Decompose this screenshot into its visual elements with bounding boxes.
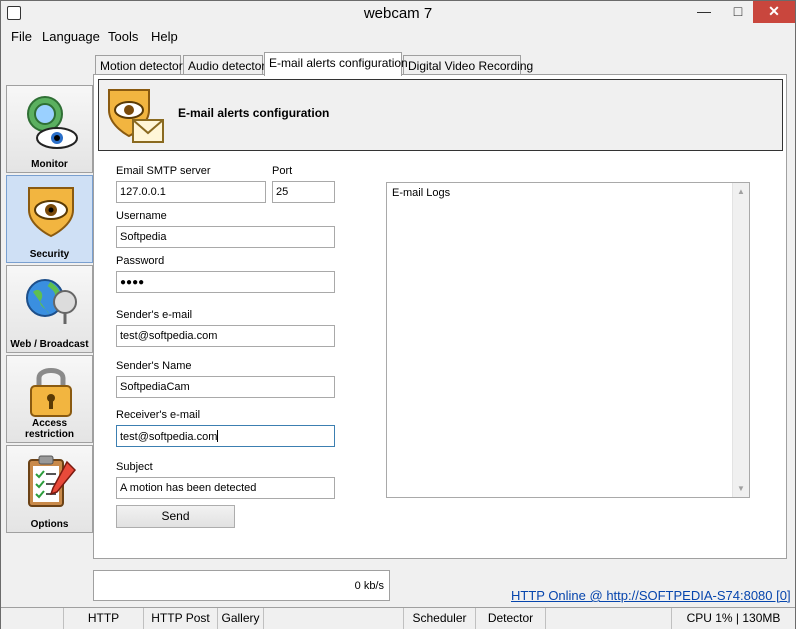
menu-bar: File Language Tools Help (1, 27, 795, 47)
username-input[interactable]: Softpedia (116, 226, 335, 248)
shield-mail-icon (108, 89, 164, 143)
tab-email-alerts[interactable]: E-mail alerts configuration (264, 52, 408, 76)
panel-header: E-mail alerts configuration (98, 79, 783, 151)
sidebar-item-security[interactable]: Security (6, 175, 93, 263)
sidebar-item-access-restriction[interactable]: Access restriction (6, 355, 93, 443)
menu-help[interactable]: Help (151, 29, 178, 44)
maximize-button[interactable]: □ (721, 1, 755, 23)
sidebar-item-label: Security (29, 249, 70, 260)
status-blank (1, 608, 63, 629)
send-button[interactable]: Send (116, 505, 235, 528)
receiver-email-label: Receiver's e-mail (116, 409, 201, 421)
email-alerts-panel: E-mail alerts configuration Email SMTP s… (93, 74, 787, 559)
port-input[interactable]: 25 (272, 181, 335, 203)
close-button[interactable]: ✕ (753, 1, 795, 23)
sender-email-label: Sender's e-mail (116, 309, 193, 321)
status-detector[interactable]: Detector (475, 608, 545, 629)
smtp-server-input[interactable]: 127.0.0.1 (116, 181, 266, 203)
sidebar-item-label: Web / Broadcast (10, 339, 89, 350)
receiver-email-input[interactable]: test@softpedia.com (116, 425, 335, 447)
scroll-down-icon[interactable]: ▼ (737, 484, 745, 493)
sidebar-item-label: Options (30, 519, 69, 530)
title-bar: webcam 7 — □ ✕ (1, 1, 795, 26)
sidebar-item-label: Monitor (31, 159, 68, 170)
clipboard-options-icon (28, 455, 77, 507)
port-label: Port (272, 165, 293, 177)
status-http-post[interactable]: HTTP Post (143, 608, 217, 629)
subject-label: Subject (116, 461, 153, 473)
logs-scrollbar[interactable]: ▲ ▼ (732, 183, 749, 497)
status-scheduler[interactable]: Scheduler (403, 608, 475, 629)
security-shield-icon (28, 187, 74, 238)
page-title: E-mail alerts configuration (178, 106, 330, 120)
status-blank-2 (263, 608, 403, 629)
sidebar-item-web-broadcast[interactable]: Web / Broadcast (6, 265, 93, 353)
monitor-eye-icon (27, 96, 78, 149)
sidebar-item-options[interactable]: Options (6, 445, 93, 533)
globe-broadcast-icon (26, 279, 77, 324)
tab-digital-video-recording[interactable]: Digital Video Recording (403, 55, 533, 75)
status-cpu: CPU 1% | 130MB (671, 608, 795, 629)
password-label: Password (116, 255, 165, 267)
minimize-button[interactable]: — (687, 1, 721, 23)
sidebar-item-label: Access restriction (25, 418, 74, 440)
sender-name-input[interactable]: SoftpediaCam (116, 376, 335, 398)
status-blank-3 (545, 608, 671, 629)
password-input[interactable]: ●●●● (116, 271, 335, 293)
padlock-icon (30, 368, 72, 417)
status-http[interactable]: HTTP (63, 608, 143, 629)
status-gallery[interactable]: Gallery (217, 608, 263, 629)
app-window: webcam 7 — □ ✕ File Language Tools Help … (0, 0, 796, 629)
tab-audio-detector[interactable]: Audio detector (183, 55, 265, 75)
bandwidth-value: 0 kb/s (354, 580, 384, 592)
username-label: Username (116, 210, 167, 222)
menu-file[interactable]: File (11, 29, 32, 44)
subject-input[interactable]: A motion has been detected (116, 477, 335, 499)
email-logs-box[interactable]: E-mail Logs ▲ ▼ (386, 182, 750, 498)
http-status-link[interactable]: HTTP Online @ http://SOFTPEDIA-S74:8080 … (511, 588, 791, 603)
scroll-up-icon[interactable]: ▲ (737, 187, 745, 196)
tab-motion-detector[interactable]: Motion detector (95, 55, 183, 75)
sidebar-item-monitor[interactable]: Monitor (6, 85, 93, 173)
menu-tools[interactable]: Tools (108, 29, 138, 44)
bandwidth-box: 0 kb/s (93, 570, 390, 601)
smtp-label: Email SMTP server (116, 165, 211, 177)
menu-language[interactable]: Language (42, 29, 100, 44)
email-logs-label: E-mail Logs (392, 187, 451, 199)
window-title: webcam 7 (363, 5, 433, 22)
sender-name-label: Sender's Name (116, 360, 192, 372)
sender-email-input[interactable]: test@softpedia.com (116, 325, 335, 347)
status-bar: HTTP HTTP Post Gallery Scheduler Detecto… (1, 607, 795, 629)
